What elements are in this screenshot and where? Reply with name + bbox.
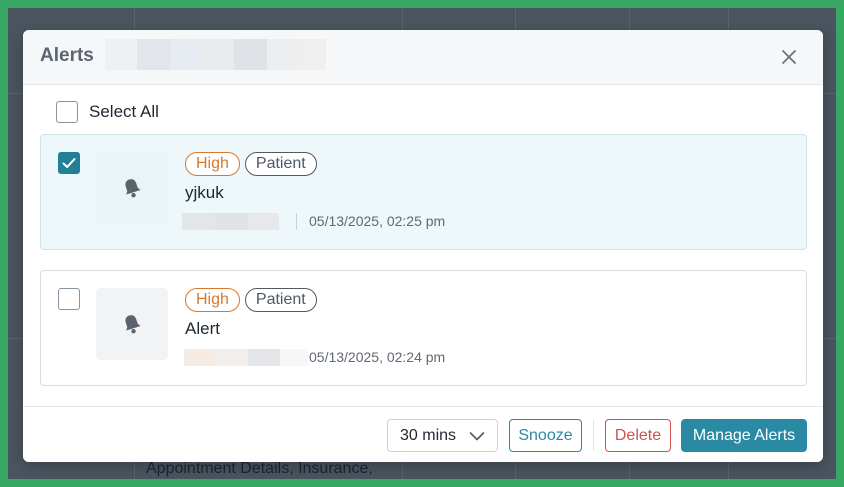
type-badge: Patient <box>244 152 317 176</box>
select-all-checkbox[interactable] <box>56 101 78 123</box>
alert-tags: High Patient <box>185 288 317 312</box>
modal-title: Alerts <box>40 45 94 66</box>
alert-icon-box <box>96 152 168 224</box>
alert-meta: 05/13/2025, 02:25 pm <box>182 212 582 232</box>
alert-item[interactable]: High Patient yjkuk 05/13/2025, 02:25 pm <box>40 134 807 250</box>
close-icon <box>782 50 796 64</box>
priority-badge: High <box>185 288 240 312</box>
bell-icon <box>125 315 141 334</box>
alert-datetime: 05/13/2025, 02:24 pm <box>309 349 446 365</box>
alert-title: Alert <box>185 319 220 338</box>
chevron-down-icon <box>469 432 485 441</box>
delete-button[interactable]: Delete <box>605 419 671 452</box>
manage-alerts-button[interactable]: Manage Alerts <box>681 419 807 452</box>
modal-header: Alerts <box>23 30 823 85</box>
alert-tags: High Patient <box>185 152 317 176</box>
alert-checkbox[interactable] <box>58 288 80 310</box>
priority-badge: High <box>185 152 240 176</box>
alert-datetime: 05/13/2025, 02:25 pm <box>309 213 446 229</box>
close-button[interactable] <box>777 45 801 69</box>
alerts-modal: Alerts Select All High Patient yjkuk 05/… <box>23 30 823 462</box>
meta-divider <box>296 213 297 230</box>
alert-checkbox[interactable] <box>58 152 80 174</box>
snooze-button[interactable]: Snooze <box>509 419 582 452</box>
select-all-label: Select All <box>89 102 159 121</box>
select-all-row: Select All <box>56 101 159 123</box>
checkmark-icon <box>62 158 76 168</box>
footer-divider <box>593 420 594 451</box>
bell-icon <box>125 179 141 198</box>
backdrop-cell-text: Appointment Details, Insurance, <box>146 460 373 477</box>
snooze-duration-value: 30 mins <box>400 427 457 444</box>
alert-icon-box <box>96 288 168 360</box>
modal-footer: 30 mins Snooze Delete Manage Alerts <box>23 406 823 462</box>
alert-item[interactable]: High Patient Alert 05/13/2025, 02:24 pm <box>40 270 807 386</box>
alert-title: yjkuk <box>185 183 224 202</box>
alert-meta: 05/13/2025, 02:24 pm <box>182 348 582 368</box>
snooze-duration-select[interactable]: 30 mins <box>387 419 498 452</box>
type-badge: Patient <box>244 288 317 312</box>
